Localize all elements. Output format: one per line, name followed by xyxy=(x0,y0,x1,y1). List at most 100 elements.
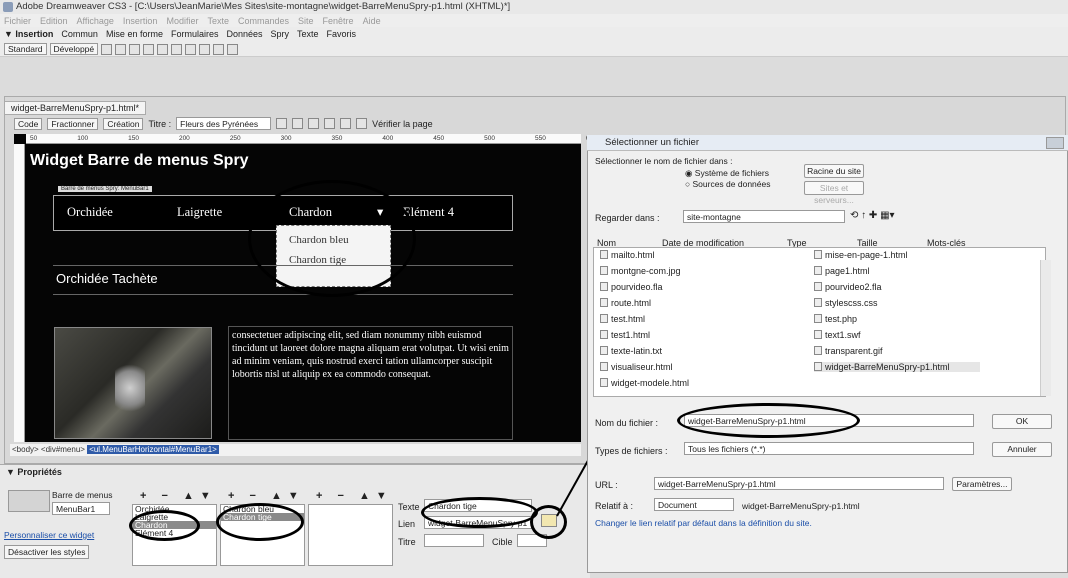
split-view-button[interactable]: Fractionner xyxy=(47,117,99,130)
frameset-icon[interactable] xyxy=(227,43,239,55)
menu-commandes[interactable]: Commandes xyxy=(238,16,289,26)
document-tab[interactable]: widget-BarreMenuSpry-p1.html* xyxy=(4,101,147,115)
spry-widget-tab[interactable]: Barre de menus Spry: MenuBar1 xyxy=(58,186,152,192)
file-item[interactable]: transparent.gif xyxy=(814,346,883,356)
frame-icon[interactable] xyxy=(171,43,183,55)
orchid-photo xyxy=(54,327,212,439)
page-title-input[interactable]: Fleurs des Pyrénées xyxy=(176,117,272,130)
properties-header[interactable]: ▼ Propriétés xyxy=(6,467,62,477)
tab-mise-en-forme[interactable]: Mise en forme xyxy=(106,29,163,39)
selected-tag[interactable]: <ul.MenuBarHorizontal#MenuBar1> xyxy=(87,445,219,454)
dialog-title: Sélectionner un fichier xyxy=(587,135,1068,151)
list3-controls[interactable]: + − ▲▼ xyxy=(316,490,393,502)
validate-page-button[interactable]: Vérifier la page xyxy=(372,119,433,129)
menu-site[interactable]: Site xyxy=(298,16,314,26)
title-input[interactable] xyxy=(424,534,484,547)
tab-favoris[interactable]: Favoris xyxy=(327,29,357,39)
menu-fenetre[interactable]: Fenêtre xyxy=(323,16,354,26)
code-view-button[interactable]: Code xyxy=(14,117,43,130)
url-input[interactable]: widget-BarreMenuSpry-p1.html xyxy=(654,477,944,490)
file-item[interactable]: route.html xyxy=(600,298,651,308)
window-title-bar: Adobe Dreamweaver CS3 - [C:\Users\JeanMa… xyxy=(0,0,1068,14)
list2-controls[interactable]: + − ▲▼ xyxy=(228,490,305,502)
tab-texte[interactable]: Texte xyxy=(297,29,319,39)
image-icon[interactable] xyxy=(199,43,211,55)
file-item[interactable]: pourvideo2.fla xyxy=(814,282,882,292)
file-item[interactable]: test1.html xyxy=(600,330,650,340)
file-item[interactable]: stylescss.css xyxy=(814,298,878,308)
file-list-scrollbar[interactable] xyxy=(1040,260,1051,396)
html-file-icon xyxy=(600,298,608,307)
file-item[interactable]: page1.html xyxy=(814,266,870,276)
filetype-select[interactable]: Tous les fichiers (*.*) xyxy=(684,442,974,455)
browser-check-icon[interactable] xyxy=(356,118,368,129)
view-options-icon[interactable] xyxy=(324,118,336,129)
tab-formulaires[interactable]: Formulaires xyxy=(171,29,219,39)
table-icon[interactable] xyxy=(101,43,113,55)
expanded-mode-button[interactable]: Développé xyxy=(49,43,99,55)
annotation-circle xyxy=(248,180,416,297)
layer-icon[interactable] xyxy=(157,43,169,55)
menu-insertion[interactable]: Insertion xyxy=(123,16,158,26)
menu-fichier[interactable]: Fichier xyxy=(4,16,31,26)
radio-datasources[interactable]: ○ Sources de données xyxy=(685,179,770,189)
file-item[interactable]: mailto.html xyxy=(600,250,655,260)
list1-controls[interactable]: + − ▲▼ xyxy=(140,490,217,502)
relative-select[interactable]: Document xyxy=(654,498,734,511)
html-file-icon xyxy=(600,378,608,387)
file-item[interactable]: widget-modele.html xyxy=(600,378,689,388)
insert-panel-toggle[interactable]: ▼ Insertion xyxy=(4,29,53,39)
cell-icon[interactable] xyxy=(185,43,197,55)
site-root-button[interactable]: Racine du site xyxy=(804,164,864,178)
tab-commun[interactable]: Commun xyxy=(61,29,98,39)
file-item[interactable]: montgne-com.jpg xyxy=(600,266,681,276)
refresh-icon[interactable] xyxy=(308,118,320,129)
menu-modifier[interactable]: Modifier xyxy=(166,16,198,26)
close-icon[interactable] xyxy=(1046,137,1064,149)
design-view-button[interactable]: Création xyxy=(103,117,144,130)
preview-browser-icon[interactable] xyxy=(292,118,304,129)
disable-styles-button[interactable]: Désactiver les styles xyxy=(4,545,90,559)
tab-spry[interactable]: Spry xyxy=(271,29,290,39)
file-item-selected[interactable]: widget-BarreMenuSpry-p1.html xyxy=(814,362,980,372)
visual-aids-icon[interactable] xyxy=(340,118,352,129)
file-name: test.html xyxy=(611,314,646,324)
file-name: transparent.gif xyxy=(825,346,883,356)
radio-filesystem[interactable]: ◉ Système de fichiers xyxy=(685,168,769,179)
menu-aide[interactable]: Aide xyxy=(363,16,381,26)
file-item[interactable]: test.html xyxy=(600,314,645,324)
file-item[interactable]: texte-latin.txt xyxy=(600,346,662,356)
folder-nav-icons[interactable]: ⟲ ↑ ✚ ▦▾ xyxy=(850,210,895,221)
change-default-link[interactable]: Changer le lien relatif par défaut dans … xyxy=(595,518,812,528)
radio-datasources-label: Sources de données xyxy=(692,179,771,189)
select-from-label: Sélectionner le nom de fichier dans : xyxy=(595,156,733,166)
ruler-tick: 550 xyxy=(534,135,546,142)
file-list[interactable]: mailto.html montgne-com.jpg pourvideo.fl… xyxy=(593,247,1046,397)
standard-mode-button[interactable]: Standard xyxy=(4,43,47,55)
servers-button[interactable]: Sites et serveurs... xyxy=(804,181,864,205)
filename-label: Nom du fichier : xyxy=(595,418,659,428)
menu-texte[interactable]: Texte xyxy=(207,16,229,26)
layout-icon[interactable] xyxy=(129,43,141,55)
tab-donnees[interactable]: Données xyxy=(226,29,262,39)
file-item[interactable]: test.php xyxy=(814,314,857,324)
parameters-button[interactable]: Paramètres... xyxy=(952,477,1012,491)
customize-widget-link[interactable]: Personnaliser ce widget xyxy=(4,530,94,540)
cancel-button[interactable]: Annuler xyxy=(992,442,1052,457)
menu-level3-list[interactable] xyxy=(308,504,393,566)
tag-path[interactable]: <body> <div#menu> xyxy=(12,445,85,454)
file-item[interactable]: text1.swf xyxy=(814,330,861,340)
spacer-icon[interactable] xyxy=(213,43,225,55)
file-item[interactable]: mise-en-page-1.html xyxy=(814,250,908,260)
file-item[interactable]: pourvideo.fla xyxy=(600,282,663,292)
widget-name-input[interactable]: MenuBar1 xyxy=(52,502,110,515)
file-item[interactable]: visualiseur.html xyxy=(600,362,673,372)
insert-row-icon[interactable] xyxy=(115,43,127,55)
menu-edition[interactable]: Edition xyxy=(40,16,68,26)
insert-div-icon[interactable] xyxy=(143,43,155,55)
file-management-icon[interactable] xyxy=(276,118,288,129)
ok-button[interactable]: OK xyxy=(992,414,1052,429)
menu-affichage[interactable]: Affichage xyxy=(77,16,114,26)
menu-item-orchidee[interactable]: Orchidée xyxy=(67,205,177,220)
look-in-select[interactable]: site-montagne xyxy=(683,210,845,223)
